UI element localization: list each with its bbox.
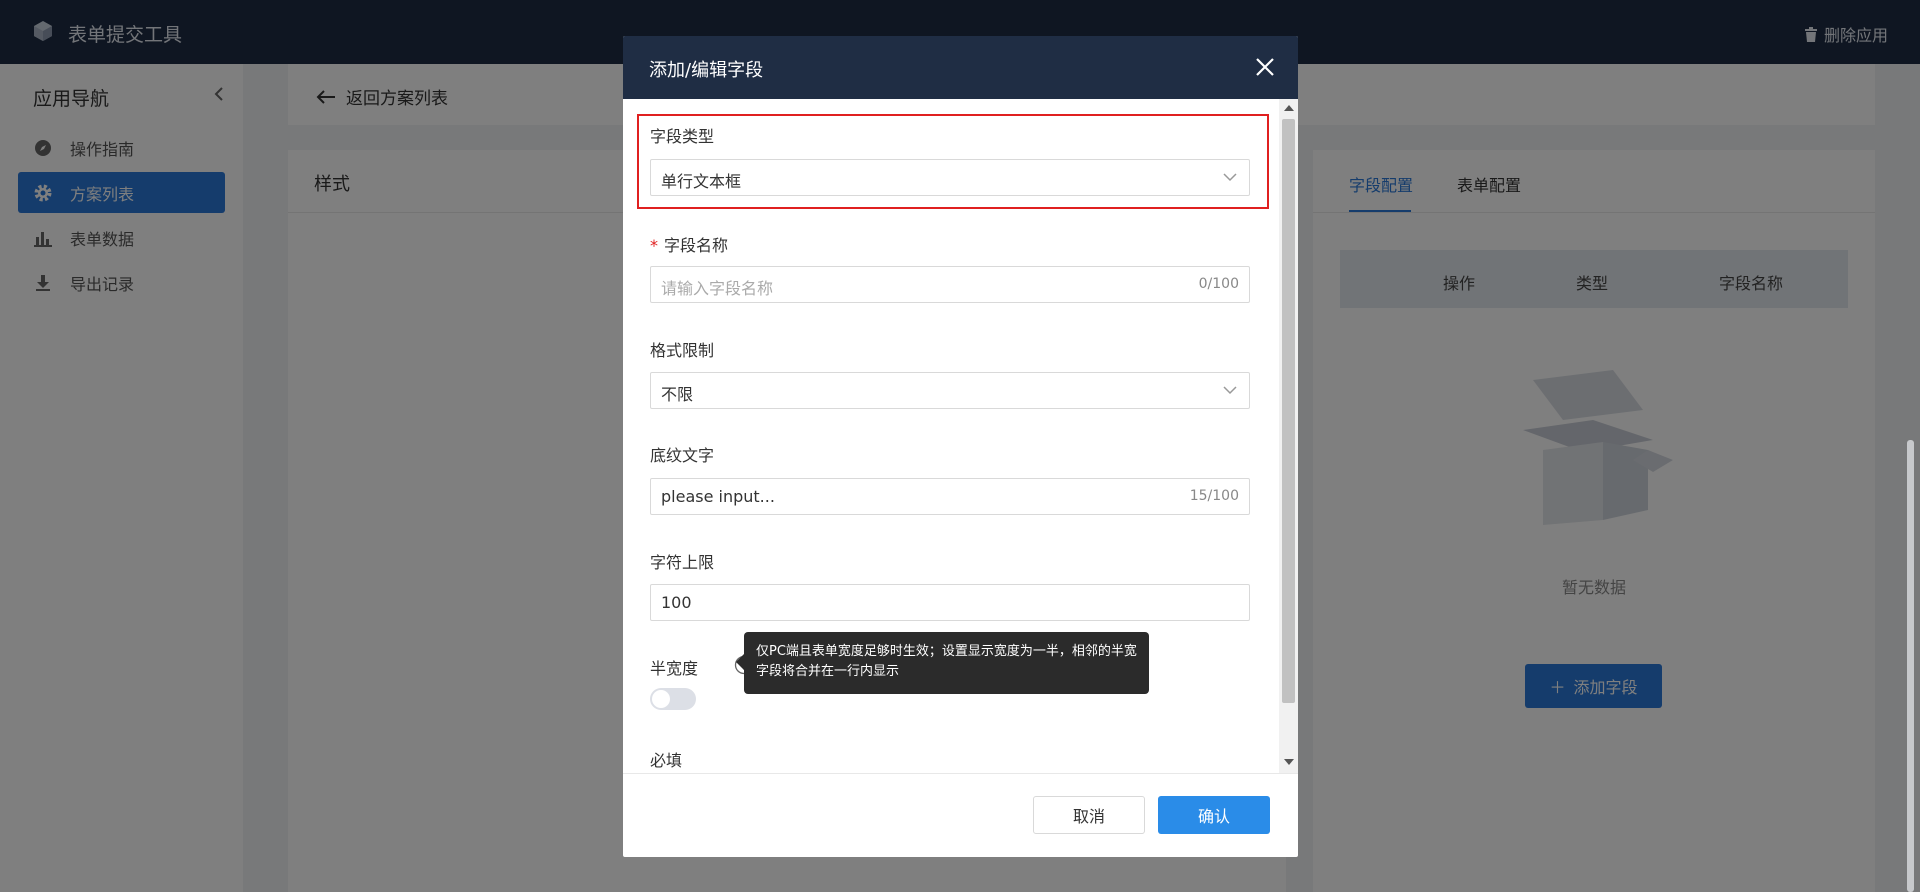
half-width-tooltip: 仅PC端且表单宽度足够时生效；设置显示宽度为一半，相邻的半宽字段将合并在一行内显… bbox=[736, 632, 1149, 694]
format-limit-select[interactable]: 不限 bbox=[650, 372, 1250, 409]
tooltip-text: 仅PC端且表单宽度足够时生效；设置显示宽度为一半，相邻的半宽字段将合并在一行内显… bbox=[756, 644, 1137, 679]
scroll-down-arrow-icon[interactable] bbox=[1284, 759, 1294, 765]
placeholder-text-label: 底纹文字 bbox=[650, 446, 715, 465]
format-limit-label: 格式限制 bbox=[650, 341, 715, 360]
tooltip-arrow bbox=[736, 654, 744, 670]
field-type-value: 单行文本框 bbox=[661, 172, 742, 191]
field-type-select[interactable]: 单行文本框 bbox=[650, 159, 1250, 196]
field-name-label-text: 字段名称 bbox=[664, 236, 729, 255]
half-width-toggle[interactable] bbox=[650, 688, 696, 710]
field-name-label: * 字段名称 bbox=[650, 232, 728, 256]
required-asterisk: * bbox=[650, 236, 658, 255]
required-label: 必填 bbox=[650, 751, 683, 770]
max-chars-value: 100 bbox=[661, 593, 692, 612]
close-icon[interactable] bbox=[1254, 56, 1276, 78]
half-width-label: 半宽度 bbox=[650, 659, 699, 678]
field-type-label: 字段类型 bbox=[650, 127, 715, 146]
dialog-header: 添加/编辑字段 bbox=[623, 36, 1298, 99]
page-scrollbar-thumb[interactable] bbox=[1907, 440, 1914, 892]
placeholder-text-char-count: 15/100 bbox=[1189, 488, 1239, 504]
field-name-placeholder: 请输入字段名称 bbox=[661, 279, 774, 298]
dialog-title: 添加/编辑字段 bbox=[649, 60, 764, 81]
max-chars-label: 字符上限 bbox=[650, 553, 715, 572]
scroll-up-arrow-icon[interactable] bbox=[1284, 105, 1294, 111]
scroll-thumb[interactable] bbox=[1282, 119, 1295, 703]
field-name-char-count: 0/100 bbox=[1198, 276, 1239, 292]
chevron-down-icon bbox=[1223, 173, 1237, 182]
chevron-down-icon bbox=[1223, 386, 1237, 395]
format-limit-value: 不限 bbox=[661, 385, 694, 404]
placeholder-text-input[interactable]: please input... 15/100 bbox=[650, 478, 1250, 515]
field-name-input[interactable]: 请输入字段名称 0/100 bbox=[650, 266, 1250, 303]
edit-field-dialog: 添加/编辑字段 字段类型 单行文本框 * 字段名称 请输入字段名称 0/100 格… bbox=[623, 36, 1298, 857]
dialog-scrollbar[interactable] bbox=[1279, 99, 1298, 773]
max-chars-input[interactable]: 100 bbox=[650, 584, 1250, 621]
placeholder-text-value: please input... bbox=[661, 487, 775, 506]
dialog-footer: 取消 确认 bbox=[623, 773, 1298, 857]
toggle-knob bbox=[652, 690, 670, 708]
confirm-button[interactable]: 确认 bbox=[1158, 796, 1270, 834]
cancel-button[interactable]: 取消 bbox=[1033, 796, 1145, 834]
